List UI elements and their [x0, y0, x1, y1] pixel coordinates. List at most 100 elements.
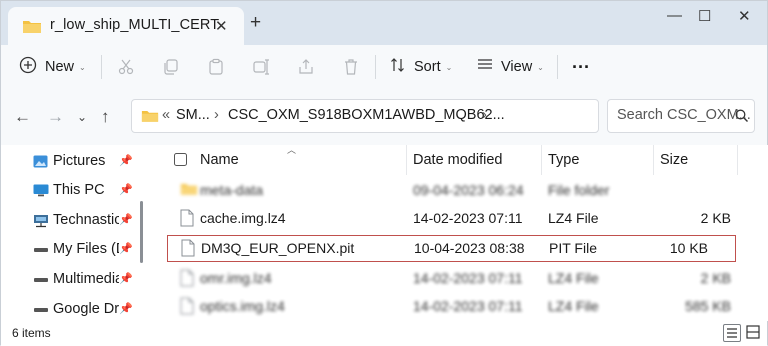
file-type: File folder [548, 182, 610, 198]
tiles-view-icon[interactable] [745, 324, 763, 342]
maximize-icon[interactable]: ☐ [698, 7, 711, 25]
file-name: DM3Q_EUR_OPENX.pit [201, 240, 355, 256]
status-bar: 6 items [1, 321, 767, 346]
file-date: 14-02-2023 07:11 [413, 298, 523, 314]
sidebar-item-google-drive[interactable]: Google Drive 📌 [1, 295, 141, 323]
up-arrow-icon[interactable]: ↑ [101, 107, 110, 127]
pin-icon: 📌 [119, 184, 133, 196]
share-icon[interactable] [297, 45, 315, 89]
new-label: New [45, 59, 75, 75]
sidebar-scrollbar[interactable] [140, 201, 143, 263]
copy-icon[interactable] [162, 45, 180, 89]
folder-icon [22, 18, 42, 39]
file-size: 2 KB [700, 270, 731, 286]
file-size: 10 KB [669, 240, 708, 256]
column-header-name[interactable]: Name [200, 152, 239, 182]
new-button[interactable]: New ⌄ [19, 45, 86, 89]
rename-icon[interactable] [252, 45, 270, 89]
file-list: Name ︿ Date modified Type Size meta-data… [144, 145, 768, 321]
file-icon [180, 269, 194, 292]
pin-icon: 📌 [119, 303, 133, 315]
pictures-icon [33, 155, 49, 168]
overflow-chevron-icon[interactable]: « [162, 107, 170, 123]
pin-icon: 📌 [119, 273, 133, 285]
file-date: 09-04-2023 06:24 [413, 182, 524, 198]
sort-ascending-icon: ︿ [287, 145, 297, 155]
column-divider[interactable] [406, 145, 407, 175]
plus-circle-icon [19, 56, 37, 78]
network-folder-icon [33, 214, 49, 228]
cut-icon[interactable] [117, 45, 135, 89]
file-name: optics.img.lz4 [200, 298, 285, 314]
delete-icon[interactable] [342, 45, 360, 89]
drive-icon [33, 273, 49, 286]
search-box[interactable]: Search CSC_OXM... [607, 99, 755, 133]
tab-title: r_low_ship_MULTI_CERT [50, 17, 220, 33]
chevron-down-icon: ⌄ [79, 62, 86, 72]
column-divider[interactable] [541, 145, 542, 175]
sidebar-item-this-pc[interactable]: This PC 📌 [1, 176, 141, 204]
file-type: LZ4 File [548, 298, 599, 314]
recent-chevron-icon[interactable]: ⌄ [77, 110, 87, 124]
address-row: ← → ⌄ ↑ « SM... › CSC_OXM_S918BOXM1AWBD_… [1, 89, 767, 145]
divider [375, 55, 376, 79]
command-bar: New ⌄ Sort ⌄ View ⌄ ··· [1, 45, 767, 90]
folder-icon [141, 108, 159, 128]
forward-arrow-icon[interactable]: → [47, 107, 64, 127]
sidebar-item-multimedia[interactable]: Multimedia 📌 [1, 265, 141, 293]
file-name: cache.img.lz4 [200, 210, 286, 226]
item-count: 6 items [12, 326, 51, 340]
file-type: PIT File [549, 240, 597, 256]
file-icon [181, 239, 195, 262]
sidebar-item-label: Technastic [53, 212, 119, 228]
title-bar: r_low_ship_MULTI_CERT ✕ + — ☐ ✕ [1, 1, 767, 45]
file-size: 2 KB [700, 210, 731, 226]
new-tab-icon[interactable]: + [250, 12, 261, 34]
list-item[interactable]: meta-data 09-04-2023 06:24 File folder [164, 179, 759, 203]
file-icon [180, 209, 194, 232]
tab-current[interactable]: r_low_ship_MULTI_CERT ✕ [8, 7, 244, 45]
breadcrumb-item[interactable]: CSC_OXM_S918BOXM1AWBD_MQB62... [228, 107, 505, 123]
back-arrow-icon[interactable]: ← [14, 107, 31, 127]
column-divider[interactable] [653, 145, 654, 175]
paste-icon[interactable] [207, 45, 225, 89]
file-type: LZ4 File [548, 270, 599, 286]
address-bar[interactable]: « SM... › CSC_OXM_S918BOXM1AWBD_MQB62...… [131, 99, 599, 133]
sidebar-item-pictures[interactable]: Pictures 📌 [1, 147, 141, 175]
column-header-size[interactable]: Size [660, 152, 688, 182]
sidebar-item-label: Pictures [53, 153, 106, 169]
file-date: 14-02-2023 07:11 [413, 210, 523, 226]
folder-icon [180, 181, 198, 201]
close-window-icon[interactable]: ✕ [738, 7, 751, 25]
file-name: meta-data [200, 182, 264, 198]
pin-icon: 📌 [119, 155, 133, 167]
list-item[interactable]: cache.img.lz4 14-02-2023 07:11 LZ4 File … [164, 207, 759, 231]
divider [101, 55, 102, 79]
list-item[interactable]: omr.img.lz4 14-02-2023 07:11 LZ4 File 2 … [164, 267, 759, 291]
close-tab-icon[interactable]: ✕ [215, 17, 228, 35]
list-item[interactable]: optics.img.lz4 14-02-2023 07:11 LZ4 File… [164, 295, 759, 319]
sidebar-item-technastic[interactable]: Technastic 📌 [1, 206, 141, 234]
file-explorer-window: r_low_ship_MULTI_CERT ✕ + — ☐ ✕ New ⌄ So… [0, 0, 768, 346]
file-date: 14-02-2023 07:11 [413, 270, 523, 286]
sort-button[interactable]: Sort ⌄ [390, 45, 452, 89]
details-view-icon[interactable] [723, 324, 741, 342]
column-divider[interactable] [737, 145, 738, 175]
sidebar-item-label: My Files (D: [53, 241, 119, 257]
see-more-button[interactable]: ··· [572, 45, 590, 89]
minimize-icon[interactable]: — [667, 7, 682, 24]
list-item-highlighted[interactable]: DM3Q_EUR_OPENX.pit 10-04-2023 08:38 PIT … [167, 235, 736, 262]
drive-icon [33, 243, 49, 256]
sidebar-item-my-files[interactable]: My Files (D: 📌 [1, 235, 141, 263]
column-header-type[interactable]: Type [548, 152, 579, 182]
view-button[interactable]: View ⌄ [477, 45, 544, 89]
file-icon [180, 297, 194, 320]
search-placeholder: Search CSC_OXM... [617, 107, 751, 123]
column-header-date[interactable]: Date modified [413, 152, 502, 182]
file-date: 10-04-2023 08:38 [414, 240, 525, 256]
sort-icon [390, 57, 406, 77]
pin-icon: 📌 [119, 214, 133, 226]
breadcrumb-separator-icon: › [214, 107, 219, 123]
file-type: LZ4 File [548, 210, 599, 226]
breadcrumb-item[interactable]: SM... [176, 107, 210, 123]
